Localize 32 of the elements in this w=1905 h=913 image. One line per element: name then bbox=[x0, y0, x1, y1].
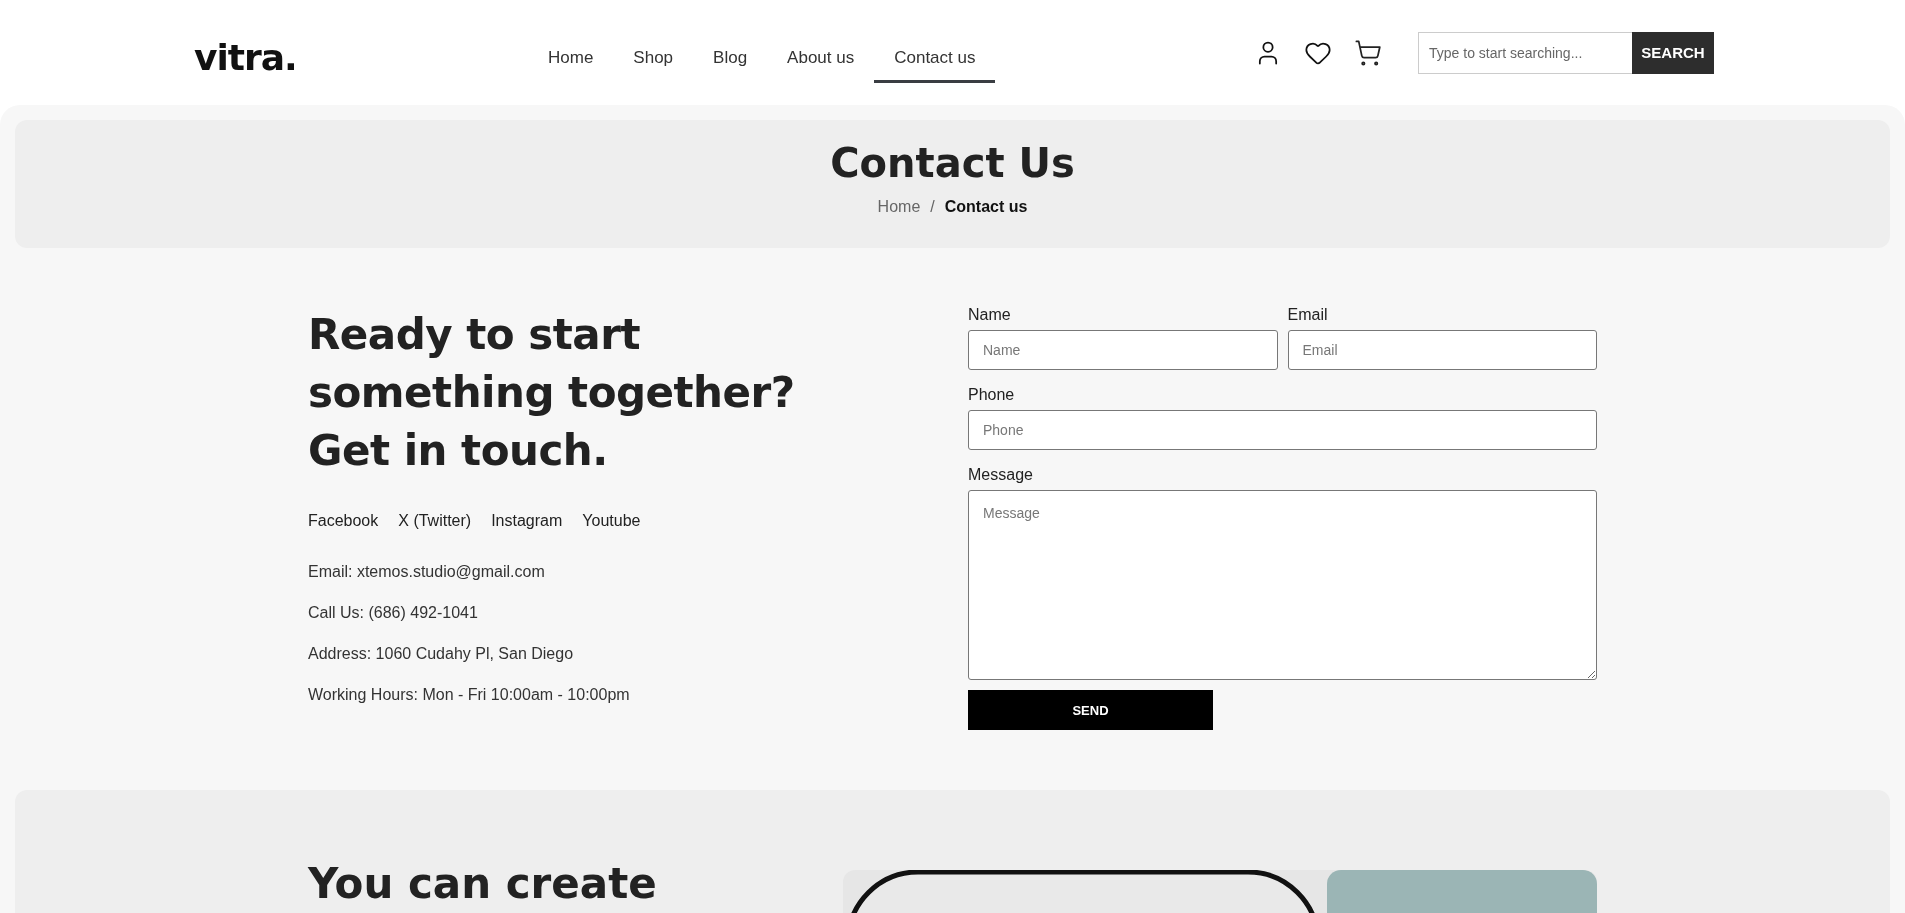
field-label: Phone bbox=[968, 386, 1016, 404]
logo[interactable]: vitra. bbox=[194, 37, 528, 78]
breadcrumb-item: Contact us bbox=[944, 198, 1028, 216]
nav-link[interactable]: Contact us bbox=[874, 22, 996, 83]
field-label: Email bbox=[1287, 306, 1329, 324]
input-field[interactable]: Name bbox=[968, 330, 1278, 370]
social-link[interactable]: Youtube bbox=[582, 512, 641, 530]
input-field[interactable]: Email bbox=[1287, 330, 1597, 370]
nav-link[interactable]: Shop bbox=[613, 22, 694, 83]
contact-detail: Address: 1060 Cudahy Pl, San Diego bbox=[308, 644, 575, 663]
contact-detail: Call Us: (686) 492-1041 bbox=[308, 603, 479, 622]
nav-link[interactable]: Home bbox=[528, 22, 614, 83]
input-field[interactable]: Phone bbox=[968, 410, 1597, 450]
send-button[interactable]: SEND bbox=[968, 690, 1213, 730]
message-field[interactable]: Message bbox=[968, 490, 1597, 680]
nav-link[interactable]: About us bbox=[767, 22, 875, 83]
breadcrumb-separator: / bbox=[930, 198, 935, 216]
search-button[interactable]: SEARCH bbox=[1632, 31, 1714, 74]
breadcrumb-item[interactable]: Home bbox=[877, 198, 921, 216]
search-field[interactable]: Type to start searching... bbox=[1418, 31, 1632, 74]
contact-detail: Working Hours: Mon - Fri 10:00am - 10:00pm bbox=[308, 685, 631, 704]
field-label: Message bbox=[968, 466, 1034, 484]
page-title: Contact Us bbox=[830, 140, 1075, 186]
promo-heading: You can create bbox=[308, 862, 658, 906]
social-link[interactable]: X (Twitter) bbox=[398, 512, 472, 530]
contact-heading: Ready to start something together? Get in touch. bbox=[308, 309, 796, 477]
contact-detail: Email: xtemos.studio@gmail.com bbox=[308, 562, 546, 581]
cart-icon[interactable] bbox=[1354, 38, 1382, 67]
field-label: Name bbox=[968, 306, 1012, 324]
social-link[interactable]: Instagram bbox=[491, 512, 563, 530]
social-link[interactable]: Facebook bbox=[308, 512, 379, 530]
nav-link[interactable]: Blog bbox=[693, 22, 768, 83]
